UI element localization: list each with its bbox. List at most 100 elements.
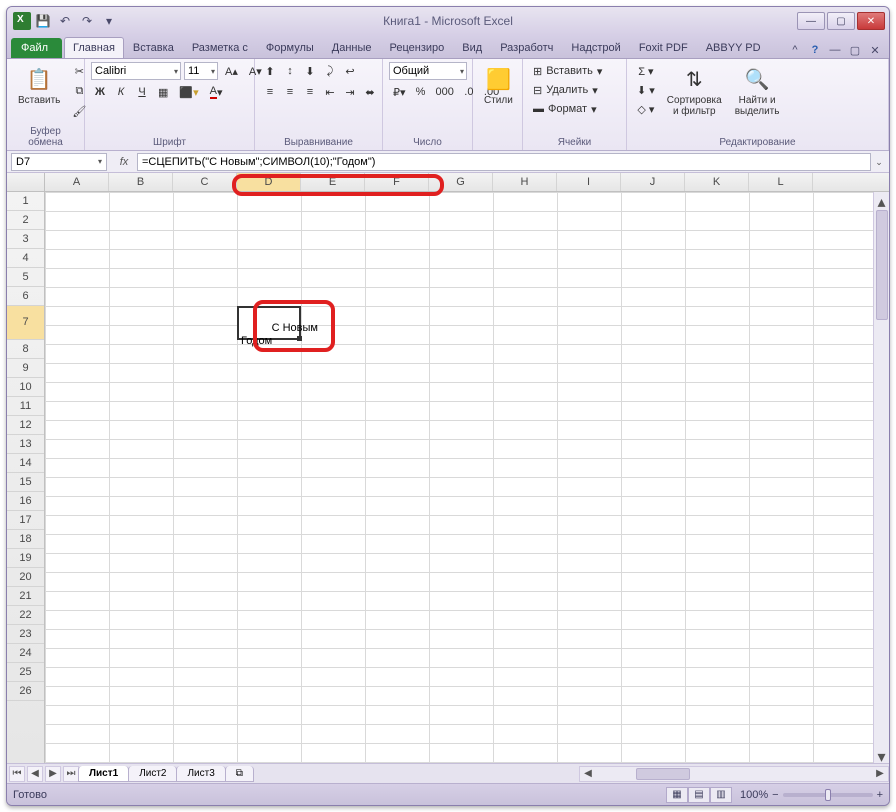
zoom-out-button[interactable]: − (772, 789, 778, 801)
row-header[interactable]: 20 (7, 568, 44, 587)
accounting-button[interactable]: ₽▾ (389, 83, 410, 101)
hscroll-thumb[interactable] (636, 768, 690, 780)
col-header[interactable]: F (365, 173, 429, 191)
autosum-button[interactable]: Σ ▾ (633, 62, 659, 80)
align-top-button[interactable]: ⬆ (261, 62, 279, 80)
mdi-close-button[interactable]: ✕ (867, 42, 883, 58)
sheet-tab[interactable]: Лист3 (176, 766, 225, 782)
align-middle-button[interactable]: ↕ (281, 62, 299, 80)
styles-button[interactable]: 🟨 Стили (479, 62, 518, 109)
zoom-slider[interactable] (783, 793, 873, 797)
fill-handle[interactable] (297, 336, 302, 341)
row-header[interactable]: 24 (7, 644, 44, 663)
qat-redo-button[interactable]: ↷ (77, 11, 97, 31)
orientation-button[interactable]: ⤸ (321, 62, 339, 80)
col-header[interactable]: E (301, 173, 365, 191)
view-normal-button[interactable]: ▦ (666, 787, 688, 803)
wrap-text-button[interactable]: ↩ (341, 62, 359, 80)
font-color-button[interactable]: A▾ (206, 83, 227, 101)
help-button[interactable]: ? (807, 42, 823, 58)
formula-bar-expand-button[interactable]: ⌄ (872, 154, 886, 172)
formula-bar[interactable]: =СЦЕПИТЬ("С Новым";СИМВОЛ(10);"Годом") ⌄ (137, 153, 871, 171)
col-header[interactable]: G (429, 173, 493, 191)
row-header[interactable]: 17 (7, 511, 44, 530)
increase-indent-button[interactable]: ⇥ (341, 83, 359, 101)
merge-button[interactable]: ⬌ (361, 83, 379, 101)
minimize-ribbon-button[interactable]: ^ (787, 42, 803, 58)
qat-customize-button[interactable]: ▾ (99, 11, 119, 31)
scroll-down-button[interactable]: ▾ (874, 747, 889, 763)
decrease-indent-button[interactable]: ⇤ (321, 83, 339, 101)
row-header[interactable]: 19 (7, 549, 44, 568)
grow-font-button[interactable]: A▴ (221, 62, 242, 80)
italic-button[interactable]: К (112, 83, 130, 101)
align-center-button[interactable]: ≡ (281, 83, 299, 101)
row-header[interactable]: 11 (7, 397, 44, 416)
col-header[interactable]: J (621, 173, 685, 191)
row-header[interactable]: 16 (7, 492, 44, 511)
col-header[interactable]: C (173, 173, 237, 191)
vscroll-thumb[interactable] (876, 210, 888, 320)
col-header[interactable]: I (557, 173, 621, 191)
row-header[interactable]: 14 (7, 454, 44, 473)
row-header-selected[interactable]: 7 (7, 306, 44, 340)
zoom-slider-thumb[interactable] (825, 789, 831, 801)
col-header[interactable]: A (45, 173, 109, 191)
mdi-restore-button[interactable]: ▢ (847, 42, 863, 58)
font-size-combo[interactable]: 11 (184, 62, 218, 80)
minimize-button[interactable]: — (797, 12, 825, 30)
row-header[interactable]: 2 (7, 211, 44, 230)
tab-developer[interactable]: Разработч (491, 37, 562, 58)
col-header[interactable]: H (493, 173, 557, 191)
view-page-layout-button[interactable]: ▤ (688, 787, 710, 803)
zoom-in-button[interactable]: + (877, 789, 883, 801)
font-name-combo[interactable]: Calibri (91, 62, 181, 80)
tab-nav-prev[interactable]: ◀ (27, 766, 43, 782)
comma-button[interactable]: 000 (432, 83, 458, 101)
horizontal-scrollbar[interactable]: ◀ ▶ (579, 766, 889, 782)
sheet-tab[interactable]: Лист2 (128, 766, 177, 782)
row-header[interactable]: 5 (7, 268, 44, 287)
row-header[interactable]: 23 (7, 625, 44, 644)
row-header[interactable]: 13 (7, 435, 44, 454)
scroll-up-button[interactable]: ▴ (874, 192, 889, 208)
fill-button[interactable]: ⬇ ▾ (633, 81, 659, 99)
maximize-button[interactable]: ▢ (827, 12, 855, 30)
name-box[interactable]: D7 ▾ (11, 153, 107, 171)
row-header[interactable]: 18 (7, 530, 44, 549)
select-all-corner[interactable] (7, 173, 45, 191)
row-header[interactable]: 26 (7, 682, 44, 701)
qat-save-button[interactable]: 💾 (33, 11, 53, 31)
sort-filter-button[interactable]: ⇅ Сортировка и фильтр (662, 62, 727, 120)
find-select-button[interactable]: 🔍 Найти и выделить (730, 62, 785, 120)
tab-foxit[interactable]: Foxit PDF (630, 37, 697, 58)
bold-button[interactable]: Ж (91, 83, 109, 101)
clear-button[interactable]: ◇ ▾ (633, 100, 659, 118)
qat-undo-button[interactable]: ↶ (55, 11, 75, 31)
row-header[interactable]: 15 (7, 473, 44, 492)
col-header-selected[interactable]: D (237, 173, 301, 191)
scroll-left-button[interactable]: ◀ (580, 768, 596, 779)
sheet-tab[interactable]: Лист1 (78, 766, 129, 782)
row-header[interactable]: 9 (7, 359, 44, 378)
tab-abbyy[interactable]: ABBYY PD (697, 37, 770, 58)
fx-button[interactable]: fx (115, 153, 133, 171)
delete-cells-button[interactable]: ⊟Удалить ▾ (529, 81, 625, 99)
active-cell[interactable]: С Новым Годом (237, 306, 301, 340)
underline-button[interactable]: Ч (133, 83, 151, 101)
row-header[interactable]: 1 (7, 192, 44, 211)
align-right-button[interactable]: ≡ (301, 83, 319, 101)
new-sheet-button[interactable]: ⧉ (225, 766, 254, 782)
tab-home[interactable]: Главная (64, 37, 124, 58)
row-header[interactable]: 22 (7, 606, 44, 625)
tab-view[interactable]: Вид (453, 37, 491, 58)
col-header[interactable]: K (685, 173, 749, 191)
row-header[interactable]: 12 (7, 416, 44, 435)
row-header[interactable]: 3 (7, 230, 44, 249)
vertical-scrollbar[interactable]: ▴ ▾ (873, 192, 889, 763)
row-header[interactable]: 21 (7, 587, 44, 606)
file-tab[interactable]: Файл (11, 38, 62, 58)
tab-data[interactable]: Данные (323, 37, 381, 58)
align-bottom-button[interactable]: ⬇ (301, 62, 319, 80)
col-header[interactable]: L (749, 173, 813, 191)
